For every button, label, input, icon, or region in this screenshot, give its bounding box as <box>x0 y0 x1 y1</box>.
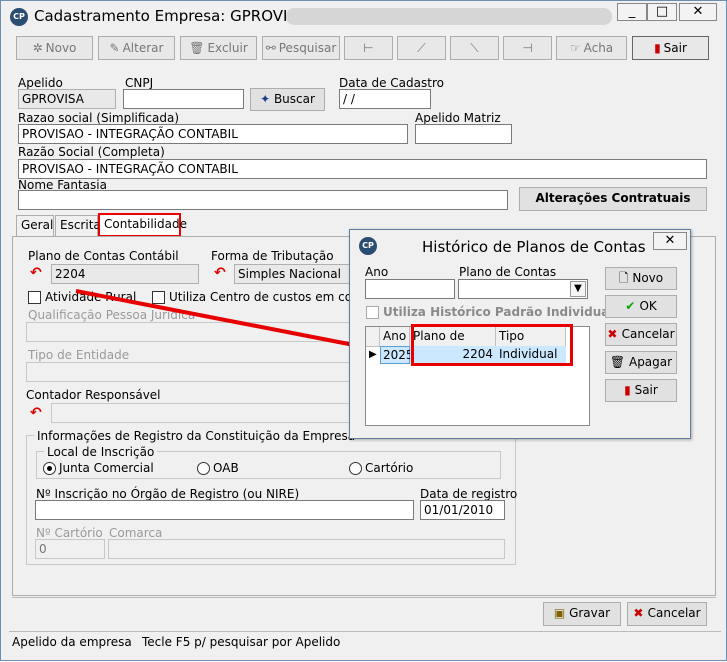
dialog-apagar-label: Apagar <box>628 355 673 369</box>
dialog-cancelar-label: Cancelar <box>621 327 675 341</box>
dialog-ok-button[interactable]: ✔ OK <box>605 295 677 318</box>
row-pointer-icon: ▶ <box>369 349 377 360</box>
dialog-plano-label: Plano de Contas <box>459 265 557 279</box>
dialog-sair-label: Sair <box>634 383 658 397</box>
dialog-novo-label: Novo <box>632 271 664 285</box>
trash-icon: 🗑 <box>609 355 629 369</box>
dialog-utiliza-checkbox[interactable] <box>366 306 379 322</box>
dialog-novo-button[interactable]: 🗋 Novo <box>605 267 677 290</box>
dialog-utiliza-label: Utiliza Histórico Padrão Individual <box>383 305 614 319</box>
historico-dialog: CP Histórico de Planos de Contas ✕ Ano P… <box>349 229 691 439</box>
exit-door-icon: ▮ <box>624 383 635 397</box>
grid-indicator-header <box>366 327 380 347</box>
dialog-close-button[interactable]: ✕ <box>653 232 687 250</box>
dialog-logo-icon: CP <box>359 237 377 255</box>
dialog-ano-field[interactable] <box>365 279 455 299</box>
dialog-ano-label: Ano <box>365 265 389 279</box>
dialog-sair-button[interactable]: ▮ Sair <box>605 379 677 402</box>
dialog-title: Histórico de Planos de Contas <box>422 238 646 256</box>
dialog-cancelar-button[interactable]: ✖ Cancelar <box>605 323 677 346</box>
main-window: CP Cadastramento Empresa: GPROVISA - _ □… <box>0 0 727 661</box>
dialog-ok-label: OK <box>639 299 657 313</box>
check-icon: ✔ <box>625 299 640 313</box>
dialog-apagar-button[interactable]: 🗑 Apagar <box>605 351 677 374</box>
dialog-plano-select[interactable] <box>458 279 588 299</box>
cancel-icon: ✖ <box>607 327 622 341</box>
dialog-close-icon: ✕ <box>664 233 676 248</box>
grid-highlight-box <box>411 324 573 366</box>
grid-cell-ano[interactable]: 2025 <box>380 346 414 364</box>
dialog-utiliza-box <box>366 306 379 319</box>
new-document-icon: 🗋 <box>618 271 633 285</box>
grid-header-ano[interactable]: Ano <box>380 327 410 347</box>
chevron-down-icon[interactable]: ▼ <box>570 281 586 297</box>
